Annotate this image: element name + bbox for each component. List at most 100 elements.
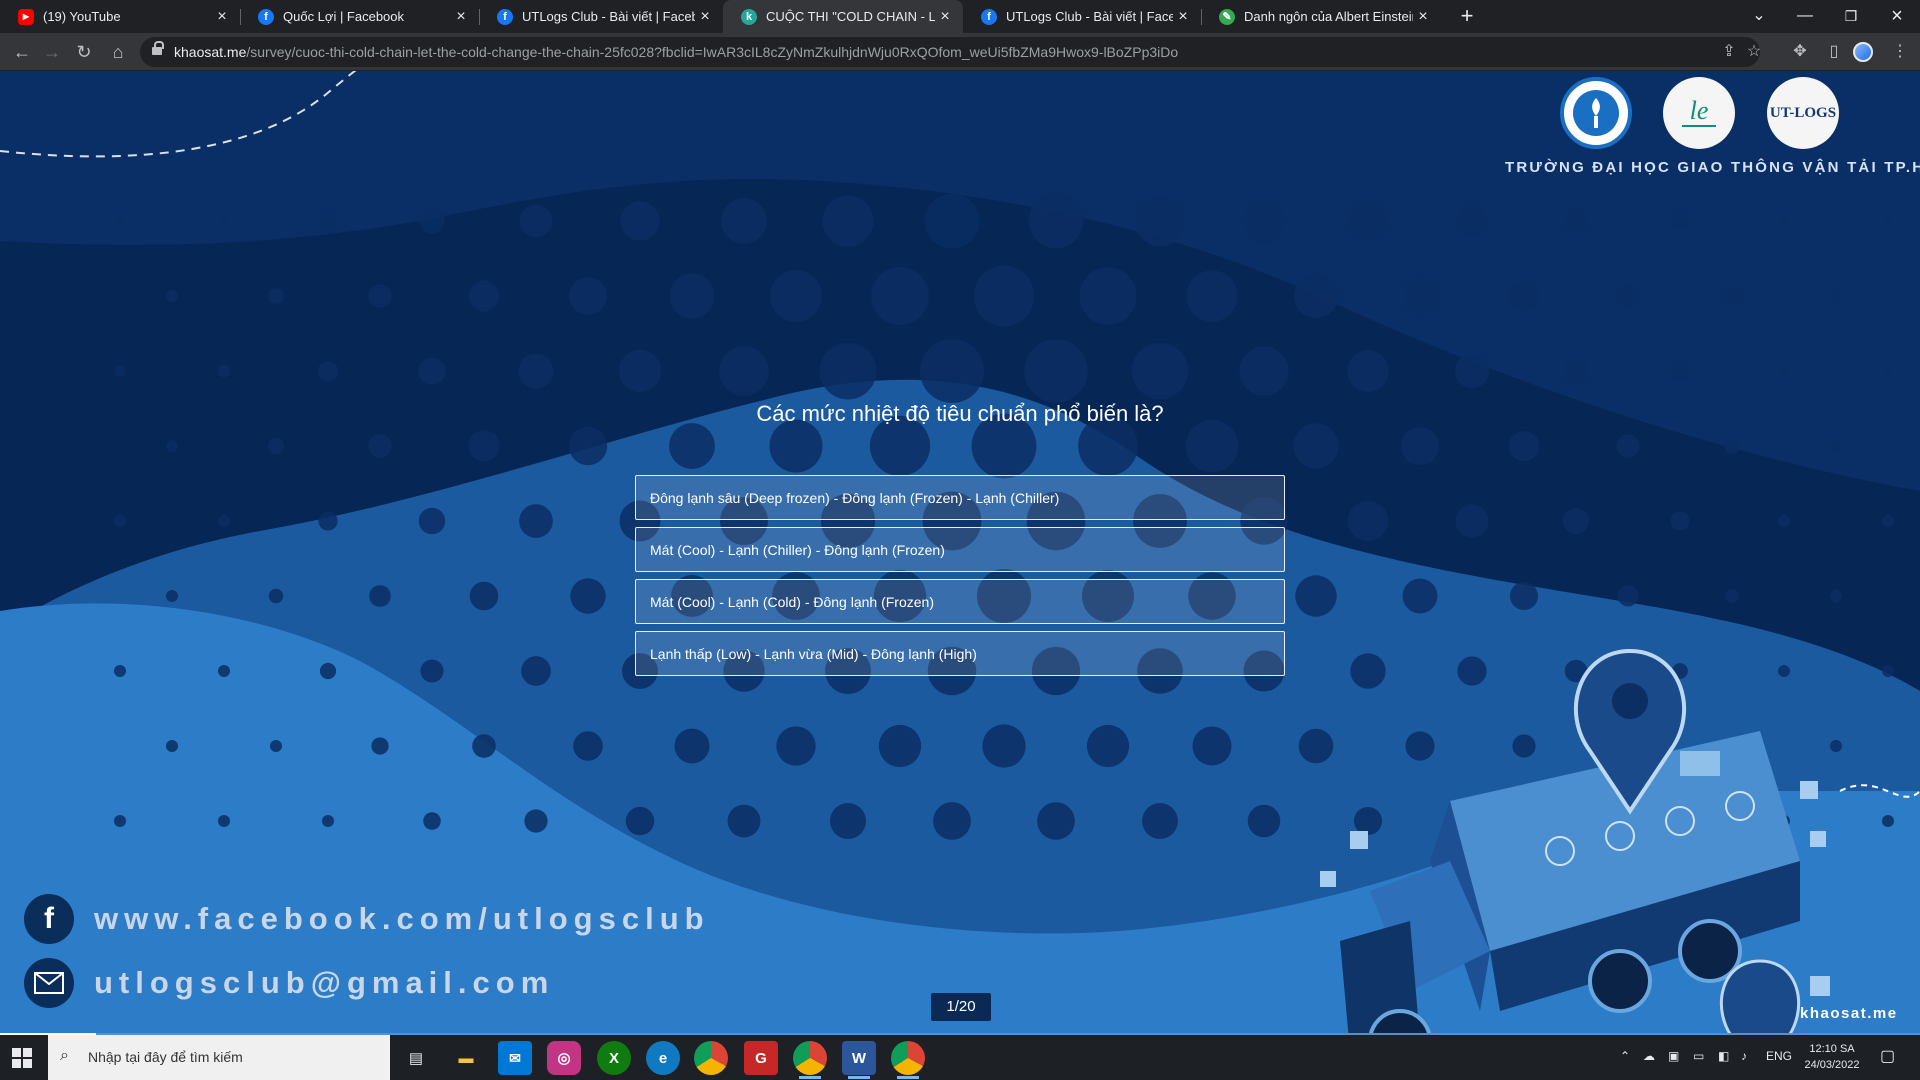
menu-kebab-icon[interactable]: ⋮: [1886, 38, 1914, 66]
halftone-dot: [114, 665, 126, 677]
restore-button[interactable]: ❐: [1828, 0, 1874, 33]
halftone-dot: [166, 440, 178, 452]
chrome-profile-icon[interactable]: [793, 1041, 827, 1079]
network-icon[interactable]: ◧: [1718, 1049, 1729, 1063]
halftone-dot: [1563, 208, 1589, 234]
answer-option-3[interactable]: Mát (Cool) - Lạnh (Cold) - Đông lạnh (Fr…: [635, 579, 1285, 624]
windows-start-icon[interactable]: [12, 1048, 32, 1068]
close-tab-icon[interactable]: ×: [451, 8, 471, 26]
youtube-icon: ▶: [18, 8, 34, 25]
tab-title: (19) YouTube: [43, 9, 121, 24]
tab-facebook-utlogs-2[interactable]: f UTLogs Club - Bài viết | Facebook ×: [963, 0, 1201, 33]
back-arrow-icon[interactable]: ←: [8, 38, 36, 66]
profile-avatar[interactable]: [1853, 42, 1873, 62]
task-view-icon[interactable]: ▤: [399, 1041, 433, 1075]
search-icon: ⌕: [60, 1047, 69, 1064]
halftone-dot: [1347, 350, 1389, 392]
chrome-icon[interactable]: [694, 1041, 728, 1075]
close-tab-icon[interactable]: ×: [695, 8, 715, 26]
facebook-icon: f: [258, 8, 274, 25]
halftone-dot: [727, 804, 761, 838]
email-address: utlogsclub@gmail.com: [94, 965, 555, 1000]
windows-taskbar: ⌕ Nhập tại đây để tìm kiếm ▤ ▬ ✉ ◎ X e G…: [0, 1035, 1920, 1080]
halftone-dot: [570, 578, 606, 614]
halftone-dot: [1348, 201, 1388, 241]
edge-icon[interactable]: e: [646, 1041, 680, 1075]
answer-option-4[interactable]: Lạnh thấp (Low) - Lạnh vừa (Mid) - Đông …: [635, 631, 1285, 676]
url-path: /survey/cuoc-thi-cold-chain-let-the-cold…: [246, 44, 1179, 60]
word-icon[interactable]: W: [842, 1041, 876, 1079]
clock-date: 24/03/2022: [1804, 1059, 1860, 1071]
tab-search-icon[interactable]: ⌄: [1736, 0, 1782, 33]
xbox-icon[interactable]: X: [597, 1041, 631, 1075]
halftone-dot: [1293, 273, 1339, 319]
tab-youtube[interactable]: ▶ (19) YouTube ×: [0, 0, 240, 33]
reload-icon[interactable]: ↻: [70, 38, 98, 66]
lock-icon[interactable]: [152, 41, 164, 57]
halftone-dot: [418, 357, 446, 385]
file-explorer-icon[interactable]: ▬: [449, 1041, 483, 1075]
forward-arrow-icon[interactable]: →: [38, 38, 66, 66]
bookmark-star-icon[interactable]: ☆: [1740, 38, 1768, 66]
tab-facebook-utlogs[interactable]: f UTLogs Club - Bài viết | Facebook ×: [479, 0, 723, 33]
question-counter: 1/20: [931, 993, 991, 1021]
garena-icon[interactable]: G: [744, 1041, 778, 1075]
close-tab-icon[interactable]: ×: [935, 8, 955, 26]
close-tab-icon[interactable]: ×: [1173, 8, 1193, 26]
notification-icon[interactable]: ▢: [1880, 1046, 1895, 1066]
meet-now-icon[interactable]: ▣: [1668, 1049, 1679, 1063]
mail-app-icon[interactable]: ✉: [498, 1041, 532, 1075]
logistics-faculty-logo: le: [1663, 77, 1735, 149]
halftone-dot: [524, 809, 548, 833]
close-tab-icon[interactable]: ×: [1413, 8, 1433, 26]
halftone-dot: [267, 437, 285, 455]
halftone-dot: [1882, 515, 1894, 527]
halftone-dot: [674, 728, 710, 764]
tab-facebook-quocloi[interactable]: f Quốc Lợi | Facebook ×: [240, 0, 479, 33]
input-language[interactable]: ENG: [1766, 1049, 1792, 1063]
onedrive-icon[interactable]: ☁: [1643, 1049, 1655, 1063]
halftone-dot: [819, 342, 877, 400]
halftone-dot: [1186, 270, 1238, 322]
halftone-dot: [1086, 724, 1130, 768]
halftone-dot: [1353, 806, 1383, 836]
taskbar-search[interactable]: ⌕ Nhập tại đây để tìm kiếm: [48, 1035, 390, 1080]
facebook-contact: f www.facebook.com/utlogsclub: [24, 894, 710, 944]
volume-icon[interactable]: ♪: [1741, 1049, 1747, 1063]
khaosat-brand[interactable]: khaosat.me: [1800, 1005, 1898, 1022]
close-window-button[interactable]: ×: [1874, 0, 1920, 33]
minimize-button[interactable]: —: [1782, 0, 1828, 33]
quote-site-icon: ✎: [1219, 8, 1235, 25]
halftone-dot: [1778, 365, 1790, 377]
battery-icon[interactable]: ▭: [1693, 1049, 1704, 1063]
halftone-dot: [920, 339, 984, 403]
halftone-dot: [719, 346, 769, 396]
system-clock[interactable]: 12:10 SA 24/03/2022: [1792, 1041, 1872, 1073]
halftone-dot: [218, 815, 230, 827]
halftone-dot: [1509, 281, 1539, 311]
halftone-dot: [268, 288, 284, 304]
tab-einstein-quotes[interactable]: ✎ Danh ngôn của Albert Einstein ×: [1201, 0, 1441, 33]
university-name: TRƯỜNG ĐẠI HỌC GIAO THÔNG VẬN TẢI TP.HCM: [1505, 159, 1920, 176]
le-emblem-icon: le: [1682, 96, 1716, 127]
side-panel-icon[interactable]: ▯: [1820, 38, 1848, 66]
share-icon[interactable]: ⇪: [1715, 38, 1743, 66]
url-text[interactable]: khaosat.me/survey/cuoc-thi-cold-chain-le…: [174, 44, 1178, 60]
extensions-puzzle-icon[interactable]: ✥: [1786, 38, 1814, 66]
answer-option-2[interactable]: Mát (Cool) - Lạnh (Chiller) - Đông lạnh …: [635, 527, 1285, 572]
answer-option-1[interactable]: Đông lạnh sâu (Deep frozen) - Đông lạnh …: [635, 475, 1285, 520]
halftone-dot: [369, 585, 391, 607]
new-tab-button[interactable]: +: [1454, 4, 1480, 30]
home-icon[interactable]: ⌂: [104, 38, 132, 66]
tab-cold-chain-survey[interactable]: k CUỘC THI "COLD CHAIN - LET TI ×: [723, 0, 963, 33]
chrome-profile-2-icon[interactable]: [891, 1041, 925, 1079]
close-tab-icon[interactable]: ×: [212, 8, 232, 26]
instagram-icon[interactable]: ◎: [547, 1041, 581, 1075]
address-bar[interactable]: khaosat.me/survey/cuoc-thi-cold-chain-le…: [140, 37, 1761, 67]
tab-title: Quốc Lợi | Facebook: [283, 9, 405, 24]
halftone-dot: [569, 277, 607, 315]
halftone-dot: [114, 515, 126, 527]
tray-chevron-icon[interactable]: ⌃: [1620, 1049, 1630, 1063]
halftone-dot: [1239, 346, 1289, 396]
facebook-url: www.facebook.com/utlogsclub: [94, 901, 710, 936]
